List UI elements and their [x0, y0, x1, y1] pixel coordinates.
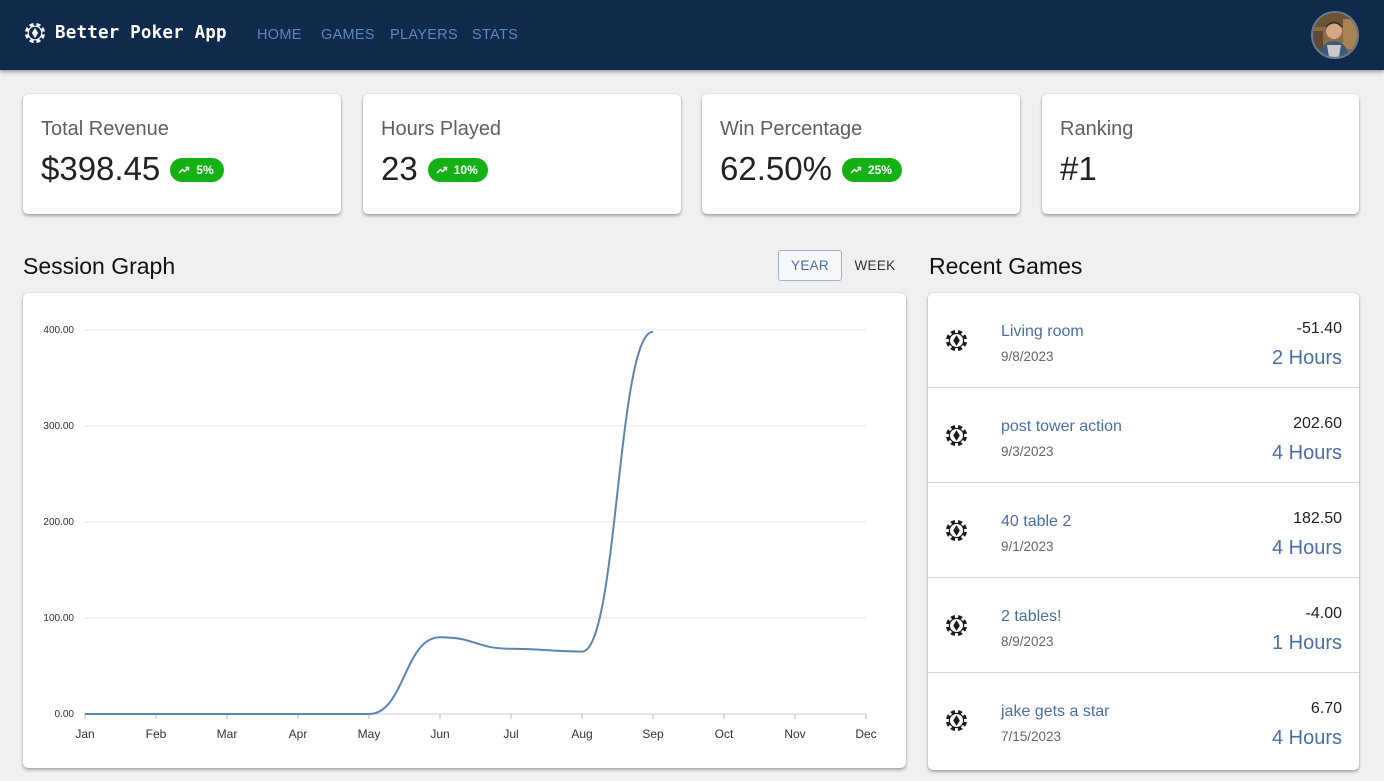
game-name: Living room [1001, 323, 1084, 340]
game-hours: 2 Hours [1271, 347, 1342, 369]
user-avatar[interactable] [1311, 11, 1359, 59]
nav-home[interactable]: HOME [257, 27, 302, 43]
x-tick-label: Feb [146, 727, 167, 741]
year-toggle-button[interactable]: YEAR [778, 250, 842, 281]
stat-label: Win Percentage [720, 118, 863, 140]
trending-up-icon [178, 166, 190, 174]
x-tick-label: Jan [75, 727, 94, 741]
y-tick-label: 200.00 [43, 517, 74, 528]
nav-players[interactable]: PLAYERS [390, 27, 458, 43]
x-tick-label: Apr [289, 727, 308, 741]
session-graph-card: 0.00 100.00 200.00 300.00 400.00 Jan Feb Mar Apr… [23, 293, 906, 768]
stat-card-win-percentage: Win Percentage 62.50% 25% [702, 94, 1020, 214]
game-hours: 4 Hours [1271, 537, 1342, 559]
game-date: 9/3/2023 [1001, 444, 1054, 459]
game-date: 7/15/2023 [1001, 729, 1062, 744]
game-name: 2 tables! [1001, 608, 1062, 625]
x-tick-label: May [358, 727, 381, 741]
session-line-chart: 0.00 100.00 200.00 300.00 400.00 Jan Feb Mar Apr… [43, 325, 876, 741]
y-tick-label: 0.00 [55, 709, 75, 720]
trend-badge: 10% [427, 158, 488, 182]
app-bar: Better Poker App HOME GAMES PLAYERS STAT… [0, 0, 1384, 70]
series-line [84, 330, 654, 715]
brand[interactable]: Better Poker App [24, 22, 227, 44]
stat-value: #1 [1060, 150, 1097, 187]
game-date: 9/8/2023 [1001, 349, 1054, 364]
trend-badge: 5% [170, 158, 224, 182]
badge-text: 5% [196, 163, 214, 177]
session-graph-title: Session Graph [23, 253, 176, 279]
game-amount: 6.70 [1310, 700, 1342, 717]
y-tick-label: 400.00 [43, 325, 74, 336]
badge-text: 25% [867, 163, 892, 177]
stat-label: Hours Played [381, 118, 502, 140]
game-list-item[interactable]: post tower action 9/3/2023 202.60 4 Hour… [928, 388, 1359, 483]
game-list-item[interactable]: 40 table 2 9/1/2023 182.50 4 Hours [928, 483, 1359, 578]
poker-chip-icon [945, 614, 968, 637]
game-list-item[interactable]: 2 tables! 8/9/2023 -4.00 1 Hours [928, 578, 1359, 673]
stat-card-ranking: Ranking #1 [1042, 94, 1359, 214]
trending-up-icon [436, 166, 447, 174]
stat-label: Total Revenue [41, 118, 169, 140]
game-hours: 1 Hours [1271, 632, 1342, 654]
app-title: Better Poker App [55, 23, 227, 43]
avatar-image [1313, 13, 1357, 57]
game-list-item[interactable]: Living room 9/8/2023 -51.40 2 Hours [928, 293, 1359, 388]
stat-value: 62.50% [720, 150, 832, 187]
game-name: 40 table 2 [1001, 513, 1072, 530]
x-tick-label: Dec [855, 727, 876, 741]
x-tick-label: Aug [571, 727, 592, 741]
recent-games-title: Recent Games [929, 253, 1083, 279]
trending-up-icon [850, 166, 862, 174]
game-date: 9/1/2023 [1001, 539, 1054, 554]
stat-label: Ranking [1060, 118, 1134, 140]
game-amount: -51.40 [1296, 320, 1342, 337]
x-tick-label: Jun [430, 727, 449, 741]
poker-chip-icon [945, 519, 968, 542]
poker-chip-icon [945, 329, 968, 352]
game-name: post tower action [1001, 418, 1122, 435]
game-date: 8/9/2023 [1001, 634, 1054, 649]
y-tick-label: 100.00 [43, 613, 74, 624]
game-amount: -4.00 [1305, 605, 1342, 622]
game-amount: 202.60 [1293, 415, 1342, 432]
game-hours: 4 Hours [1271, 727, 1342, 749]
stat-card-total-revenue: Total Revenue $398.45 5% [23, 94, 341, 214]
x-tick-label: Oct [715, 727, 734, 741]
badge-text: 10% [453, 163, 478, 177]
poker-chip-icon [945, 709, 968, 732]
x-tick-label: Nov [784, 727, 805, 741]
recent-games-list: Living room 9/8/2023 -51.40 2 Hours post… [928, 293, 1359, 770]
nav-stats[interactable]: STATS [472, 27, 518, 43]
stat-value: 23 [381, 150, 418, 187]
stat-value: $398.45 [41, 150, 161, 187]
week-toggle-button[interactable]: WEEK [848, 250, 902, 281]
x-tick-label: Mar [217, 727, 238, 741]
trend-badge: 25% [841, 158, 902, 182]
x-tick-label: Jul [503, 727, 518, 741]
game-list-item[interactable]: jake gets a star 7/15/2023 6.70 4 Hours [928, 673, 1359, 768]
y-tick-label: 300.00 [43, 421, 74, 432]
poker-chip-icon [24, 22, 46, 44]
game-name: jake gets a star [1001, 703, 1110, 720]
stat-card-hours-played: Hours Played 23 10% [363, 94, 681, 214]
x-tick-label: Sep [642, 727, 664, 741]
game-hours: 4 Hours [1271, 442, 1342, 464]
nav-games[interactable]: GAMES [321, 27, 375, 43]
game-amount: 182.50 [1293, 510, 1342, 527]
poker-chip-icon [945, 424, 968, 447]
